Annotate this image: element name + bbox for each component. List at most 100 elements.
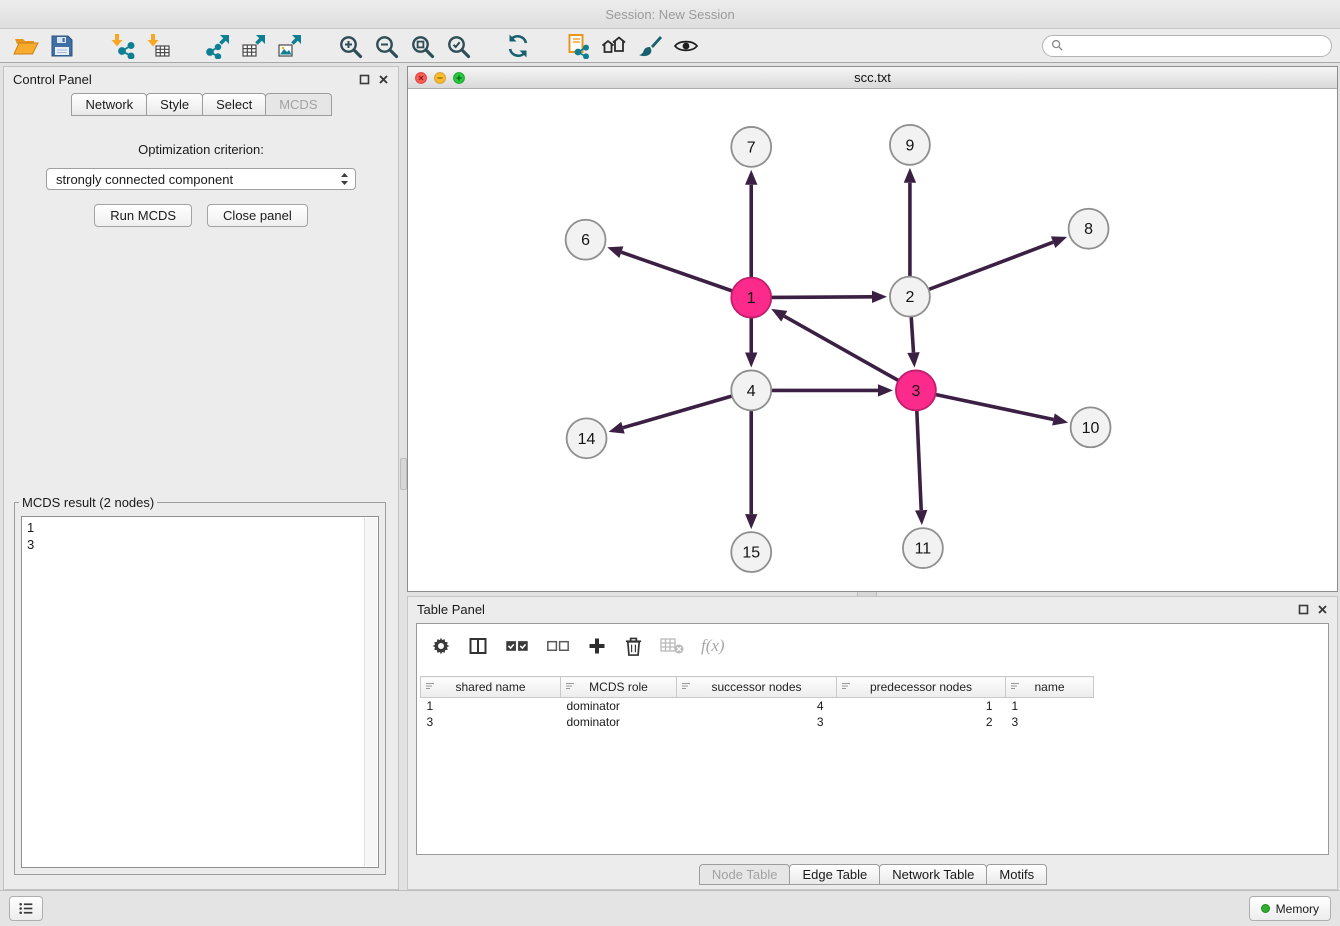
graph-node-2[interactable]: 2 xyxy=(890,277,930,317)
list-icon xyxy=(18,901,35,916)
graph-node-11[interactable]: 11 xyxy=(903,528,943,568)
graph-node-4[interactable]: 4 xyxy=(731,370,771,410)
apply-layout-button[interactable] xyxy=(500,31,536,61)
tab-node-table[interactable]: Node Table xyxy=(699,864,791,885)
graph-node-9[interactable]: 9 xyxy=(890,125,930,165)
column-header-predecessor-nodes[interactable]: predecessor nodes xyxy=(837,677,1006,698)
column-header-successor-nodes[interactable]: successor nodes xyxy=(677,677,837,698)
edge-3-1[interactable] xyxy=(784,316,898,380)
mcds-result-box: MCDS result (2 nodes) 13 xyxy=(14,495,386,875)
svg-text:4: 4 xyxy=(747,383,756,400)
minimize-window-icon[interactable] xyxy=(434,72,446,84)
float-table-panel-icon[interactable] xyxy=(1298,604,1309,615)
tab-network[interactable]: Network xyxy=(71,93,147,116)
graph-node-14[interactable]: 14 xyxy=(567,418,607,458)
graph-node-3[interactable]: 3 xyxy=(896,370,936,410)
panel-selector-button[interactable] xyxy=(9,896,43,921)
deselect-all-icon xyxy=(546,639,570,654)
new-network-from-selection-button[interactable] xyxy=(560,31,596,61)
edge-1-6[interactable] xyxy=(621,252,732,291)
delete-table-button[interactable] xyxy=(660,637,684,655)
graph-node-15[interactable]: 15 xyxy=(731,532,771,572)
add-column-button[interactable] xyxy=(587,636,607,656)
close-window-icon[interactable] xyxy=(415,72,427,84)
open-session-button[interactable] xyxy=(8,31,44,61)
tab-network-table[interactable]: Network Table xyxy=(879,864,987,885)
export-network-icon xyxy=(205,33,231,59)
deselect-all-button[interactable] xyxy=(546,639,570,654)
tab-style[interactable]: Style xyxy=(146,93,203,116)
criterion-dropdown[interactable]: strongly connected component xyxy=(46,168,356,190)
export-table-button[interactable] xyxy=(236,31,272,61)
edge-arrowhead xyxy=(745,352,757,367)
zoom-selected-button[interactable] xyxy=(440,31,476,61)
export-image-button[interactable] xyxy=(272,31,308,61)
network-window: scc.txt 7968124314101511 xyxy=(407,66,1338,592)
network-graph[interactable]: 7 9 6 8 1 2 4 3 14 10 15 11 xyxy=(408,88,1337,591)
vertical-splitter[interactable] xyxy=(400,458,407,490)
memory-button[interactable]: Memory xyxy=(1249,896,1331,921)
export-network-button[interactable] xyxy=(200,31,236,61)
close-panel-button[interactable]: Close panel xyxy=(207,204,308,227)
graph-node-8[interactable]: 8 xyxy=(1069,209,1109,249)
edge-2-8[interactable] xyxy=(929,242,1054,289)
control-panel: Control Panel NetworkStyleSelectMCDS Opt… xyxy=(3,66,399,890)
tab-motifs[interactable]: Motifs xyxy=(986,864,1047,885)
column-header-name[interactable]: name xyxy=(1006,677,1094,698)
edge-1-2[interactable] xyxy=(771,297,872,298)
graph-node-6[interactable]: 6 xyxy=(566,220,606,260)
graph-node-7[interactable]: 7 xyxy=(731,127,771,167)
show-details-button[interactable] xyxy=(668,31,704,61)
table-row[interactable]: 1dominator411 xyxy=(421,698,1094,715)
table-panel-tabs: Node TableEdge TableNetwork TableMotifs xyxy=(408,864,1337,885)
svg-text:11: 11 xyxy=(915,541,932,558)
new-network-from-selection-icon xyxy=(565,33,591,59)
function-builder-button[interactable]: f(x) xyxy=(701,636,725,656)
result-scrollbar[interactable] xyxy=(364,518,377,866)
style-brush-button[interactable] xyxy=(632,31,668,61)
save-session-button[interactable] xyxy=(44,31,80,61)
import-network-button[interactable] xyxy=(104,31,140,61)
svg-text:7: 7 xyxy=(747,139,756,156)
graph-node-1[interactable]: 1 xyxy=(731,278,771,318)
main-toolbar xyxy=(0,29,1340,63)
zoom-in-icon xyxy=(337,33,363,59)
close-table-panel-icon[interactable] xyxy=(1317,604,1328,615)
edge-arrowhead xyxy=(907,352,919,367)
edge-3-11[interactable] xyxy=(917,410,921,510)
edge-3-10[interactable] xyxy=(935,395,1053,420)
mcds-result-title: MCDS result (2 nodes) xyxy=(19,495,157,510)
edge-2-3[interactable] xyxy=(911,317,913,353)
save-session-icon xyxy=(49,33,75,59)
show-details-eye-icon xyxy=(673,33,699,59)
status-bar: Memory xyxy=(0,890,1340,926)
zoom-in-button[interactable] xyxy=(332,31,368,61)
zoom-fit-button[interactable] xyxy=(404,31,440,61)
tab-edge-table[interactable]: Edge Table xyxy=(789,864,880,885)
zoom-out-button[interactable] xyxy=(368,31,404,61)
sort-icon xyxy=(681,681,691,691)
float-panel-icon[interactable] xyxy=(359,74,370,85)
column-header-shared-name[interactable]: shared name xyxy=(421,677,561,698)
delete-column-button[interactable] xyxy=(624,636,643,657)
maximize-window-icon[interactable] xyxy=(453,72,465,84)
tab-select[interactable]: Select xyxy=(202,93,266,116)
mcds-result-item[interactable]: 1 xyxy=(27,519,373,536)
overview-button[interactable] xyxy=(596,31,632,61)
import-table-button[interactable] xyxy=(140,31,176,61)
column-header-MCDS-role[interactable]: MCDS role xyxy=(561,677,677,698)
run-mcds-button[interactable]: Run MCDS xyxy=(94,204,192,227)
table-row[interactable]: 3dominator323 xyxy=(421,714,1094,730)
close-panel-icon[interactable] xyxy=(378,74,389,85)
select-all-button[interactable] xyxy=(505,639,529,654)
mcds-result-item[interactable]: 3 xyxy=(27,536,373,553)
table-settings-button[interactable] xyxy=(431,636,451,656)
show-columns-button[interactable] xyxy=(468,636,488,656)
search-input[interactable] xyxy=(1069,38,1323,54)
graph-node-10[interactable]: 10 xyxy=(1071,407,1111,447)
tab-mcds[interactable]: MCDS xyxy=(265,93,331,116)
search-box[interactable] xyxy=(1042,35,1332,57)
edge-4-14[interactable] xyxy=(623,396,732,428)
edge-arrowhead xyxy=(904,168,916,183)
network-view[interactable]: 7 9 6 8 1 2 4 3 14 10 15 11 xyxy=(408,88,1337,591)
